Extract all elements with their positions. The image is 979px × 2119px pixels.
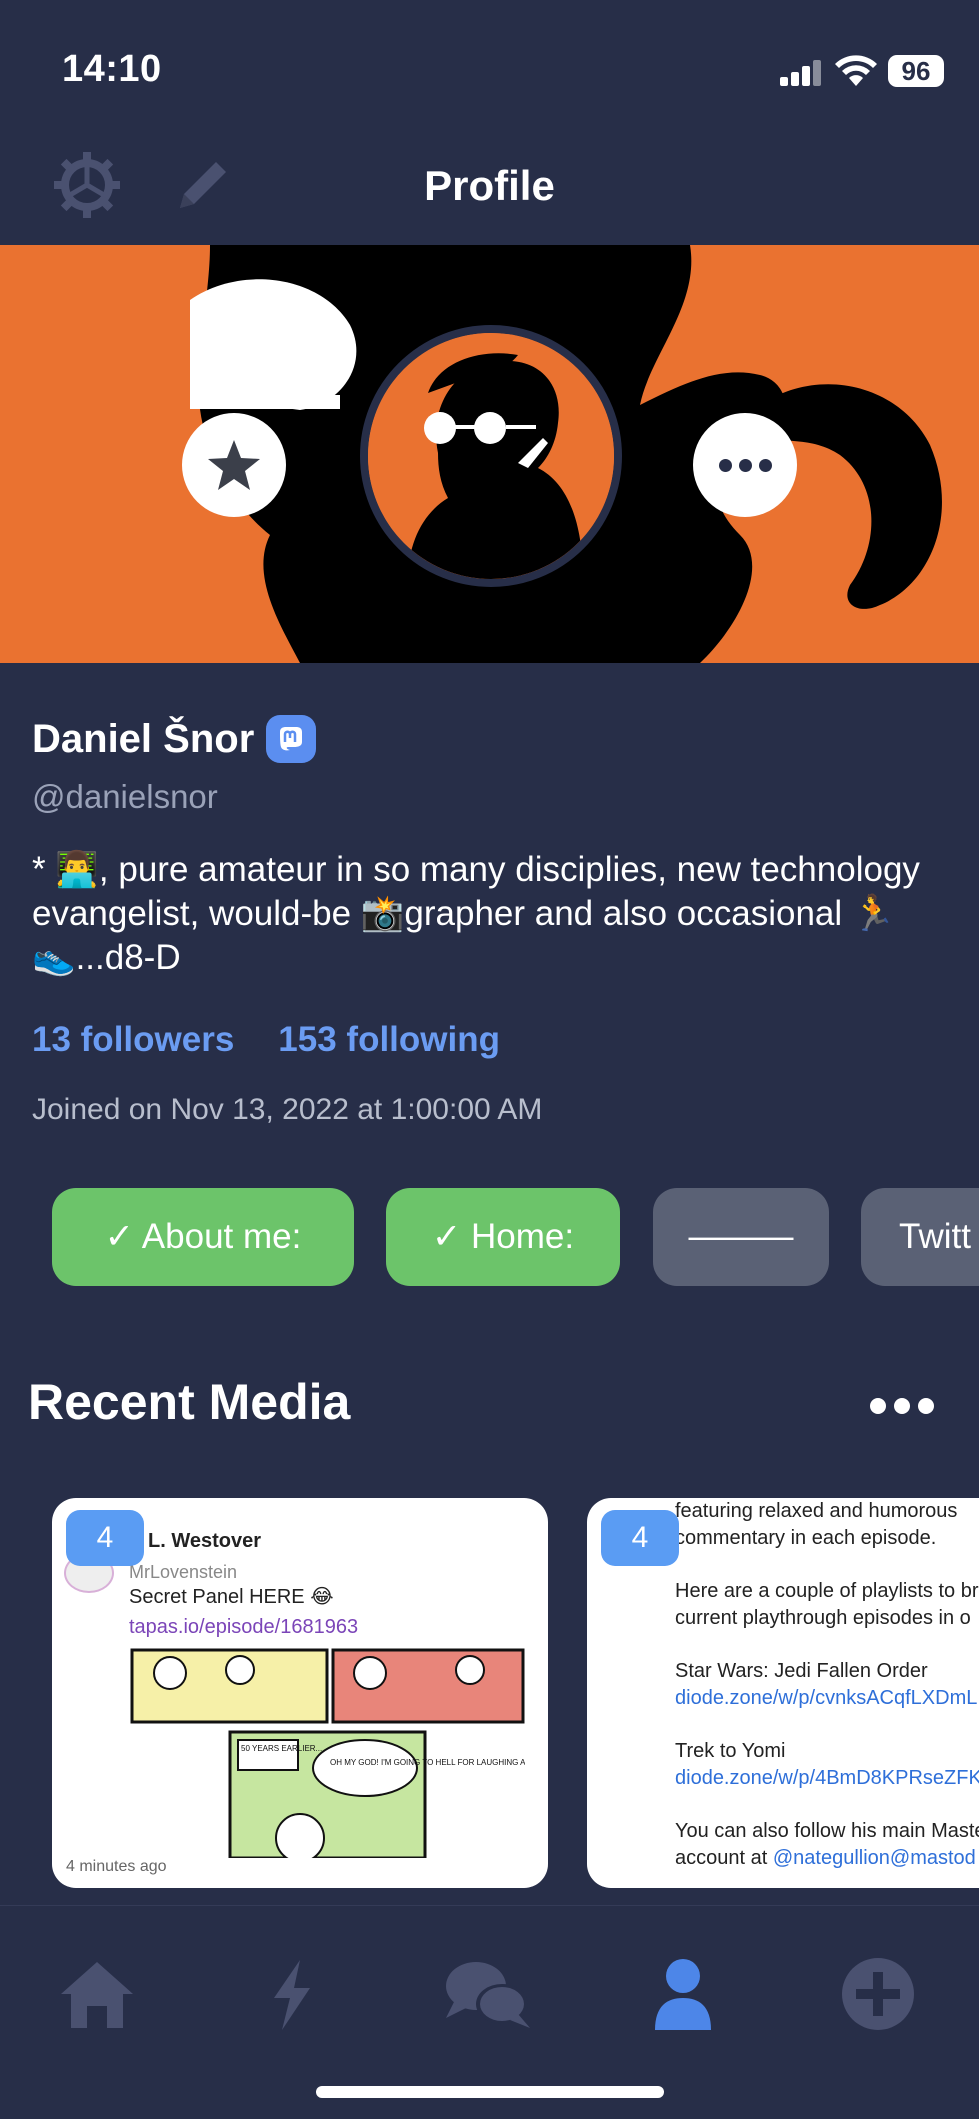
signal-icon <box>780 60 822 86</box>
avatar-artwork <box>368 333 614 579</box>
followers-link[interactable]: 13 followers <box>32 1020 234 1060</box>
more-dot <box>758 458 772 472</box>
status-bar: 14:10 96 <box>0 0 979 120</box>
more-dot <box>718 458 732 472</box>
comic-image: 50 YEARS EARLIER... OH MY GOD! I'M GOING… <box>130 1648 525 1858</box>
profile-bio: * 👨‍💻, pure amateur in so many disciplie… <box>32 850 920 977</box>
display-name: Daniel Šnor <box>32 715 317 763</box>
post-text-line: Trek to Yomi <box>675 1740 786 1762</box>
field-chip-separator[interactable]: ——— <box>653 1188 829 1286</box>
post-text-line: commentary in each episode. <box>675 1527 937 1549</box>
battery-indicator: 96 <box>888 55 944 87</box>
media-card[interactable]: featuring relaxed and humorous commentar… <box>587 1498 979 1888</box>
field-chip-twitter[interactable]: Twitt <box>861 1188 979 1286</box>
home-indicator[interactable] <box>316 2086 664 2098</box>
post-text: Secret Panel HERE 😂 tapas.io/episode/168… <box>129 1582 529 1642</box>
joined-date: Joined on Nov 13, 2022 at 1:00:00 AM <box>32 1093 543 1126</box>
page-title: Profile <box>424 162 555 209</box>
post-text-fragment: account at <box>675 1847 773 1869</box>
profile-fields: ✓ About me: ✓ Home: ——— Twitt <box>52 1188 979 1286</box>
star-icon <box>208 440 260 490</box>
more-dot <box>918 1398 934 1414</box>
display-name-text: Daniel Šnor <box>32 716 255 761</box>
profile-more-button[interactable] <box>693 413 797 517</box>
avatar[interactable] <box>360 325 622 587</box>
bolt-icon[interactable] <box>252 1954 332 2034</box>
post-link[interactable]: diode.zone/w/p/cvnksACqfLXDmL <box>675 1685 979 1712</box>
post-text-line: account at @nategullion@mastod <box>675 1845 979 1872</box>
status-time: 14:10 <box>62 48 162 90</box>
post-text: featuring relaxed and humorous commentar… <box>675 1498 979 1872</box>
media-count-badge: 4 <box>601 1510 679 1566</box>
post-text-line: You can also follow his main Maste <box>675 1820 979 1842</box>
home-icon[interactable] <box>57 1954 137 2034</box>
post-author: L. Westover <box>148 1530 261 1552</box>
media-more-button[interactable] <box>870 1398 934 1414</box>
comic-caption-2: OH MY GOD! I'M GOING TO HELL FOR LAUGHIN… <box>330 1758 525 1767</box>
wifi-icon <box>835 55 877 86</box>
follow-stats: 13 followers 153 following <box>32 1020 500 1060</box>
profile-icon[interactable] <box>643 1954 723 2034</box>
post-timestamp: 4 minutes ago <box>66 1858 167 1875</box>
post-text-line: featuring relaxed and humorous <box>675 1500 958 1522</box>
more-dot <box>738 458 752 472</box>
post-text-body: Secret Panel HERE 😂 <box>129 1586 334 1608</box>
mention-link[interactable]: @nategullion@mastod <box>773 1847 976 1869</box>
more-dot <box>870 1398 886 1414</box>
post-link[interactable]: tapas.io/episode/1681963 <box>129 1616 358 1638</box>
username-handle: @danielsnor <box>32 778 218 815</box>
post-text-line: current playthrough episodes in o <box>675 1607 971 1629</box>
plus-circle-icon[interactable] <box>838 1954 918 2034</box>
post-link[interactable]: diode.zone/w/p/4BmD8KPRseZFK <box>675 1765 979 1792</box>
nav-bar: Profile <box>0 120 979 245</box>
post-text-line: Here are a couple of playlists to br <box>675 1580 979 1602</box>
more-dot <box>894 1398 910 1414</box>
comic-caption-1: 50 YEARS EARLIER... <box>241 1744 322 1753</box>
field-chip-home[interactable]: ✓ Home: <box>386 1188 620 1286</box>
mastodon-icon <box>266 715 317 763</box>
favorite-button[interactable] <box>182 413 286 517</box>
chat-bubbles-icon[interactable] <box>440 1954 536 2034</box>
section-title: Recent Media <box>28 1374 351 1430</box>
following-link[interactable]: 153 following <box>278 1020 500 1060</box>
media-card[interactable]: L. Westover MrLovenstein Secret Panel HE… <box>52 1498 548 1888</box>
post-username: MrLovenstein <box>129 1562 238 1582</box>
media-count-badge: 4 <box>66 1510 144 1566</box>
field-chip-about-me[interactable]: ✓ About me: <box>52 1188 354 1286</box>
post-text-line: Star Wars: Jedi Fallen Order <box>675 1660 928 1682</box>
